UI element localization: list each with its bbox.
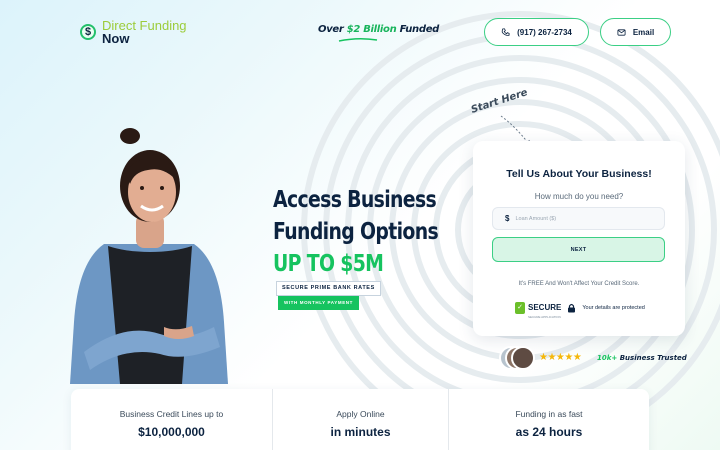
secure-word: SECURE bbox=[528, 303, 562, 312]
stat-value: in minutes bbox=[330, 425, 391, 439]
security-row: ✓ SECURE SECURE APPLICATION Your details… bbox=[515, 297, 645, 319]
secure-rates-tag: SECURE PRIME BANK RATES bbox=[276, 281, 381, 296]
email-label: Email bbox=[632, 27, 655, 37]
form-subtitle: How much do you need? bbox=[534, 192, 624, 201]
loan-amount-input[interactable] bbox=[515, 215, 656, 222]
stat-value: as 24 hours bbox=[515, 425, 583, 439]
stat-label: Funding in as fast bbox=[515, 409, 583, 419]
dollar-coin-icon: $ bbox=[80, 24, 96, 40]
stat-credit-lines: Business Credit Lines up to $10,000,000 bbox=[71, 389, 272, 450]
checkmark-shield-icon: ✓ bbox=[515, 302, 525, 314]
logo-line-2: Now bbox=[102, 31, 130, 46]
business-trusted-label: 10k+ Business Trusted bbox=[597, 354, 687, 362]
brand-logo[interactable]: $ Direct Funding Now bbox=[80, 19, 187, 45]
secure-small-text: SECURE APPLICATION bbox=[528, 315, 561, 319]
funded-pre: Over bbox=[318, 24, 347, 35]
trusted-count: 10k+ bbox=[597, 354, 618, 362]
next-button[interactable]: NEXT bbox=[492, 237, 665, 262]
stat-funding-speed: Funding in as fast as 24 hours bbox=[448, 389, 649, 450]
hero-woman-image bbox=[70, 128, 228, 384]
free-credit-note: It's FREE And Won't Affect Your Credit S… bbox=[518, 281, 640, 287]
headline-amount: UP TO $5M bbox=[273, 251, 384, 277]
hero-headline: Access Business Funding Options UP TO $5… bbox=[273, 184, 474, 280]
monthly-payment-tag: WITH MONTHLY PAYMENT bbox=[278, 296, 359, 310]
funded-underline-decoration bbox=[338, 37, 378, 42]
envelope-icon bbox=[617, 28, 626, 36]
trusted-text: Business Trusted bbox=[617, 354, 687, 362]
avatar bbox=[511, 346, 535, 370]
phone-icon bbox=[501, 27, 510, 36]
lock-icon bbox=[568, 303, 576, 313]
funded-highlight: $2 Billion bbox=[346, 24, 397, 35]
phone-number-label: (917) 267-2734 bbox=[517, 27, 572, 37]
stats-bar: Business Credit Lines up to $10,000,000 … bbox=[71, 389, 649, 450]
funding-form-card: Tell Us About Your Business! How much do… bbox=[473, 141, 685, 336]
stat-label: Apply Online bbox=[336, 409, 385, 419]
logo-text: Direct Funding Now bbox=[102, 19, 187, 45]
secure-badge: ✓ SECURE SECURE APPLICATION bbox=[515, 297, 561, 319]
form-title: Tell Us About Your Business! bbox=[506, 168, 652, 180]
stat-label: Business Credit Lines up to bbox=[119, 409, 224, 419]
funded-tagline: Over $2 Billion Funded bbox=[318, 24, 439, 35]
details-protected-note: Your details are protected bbox=[582, 305, 645, 311]
stat-apply-online: Apply Online in minutes bbox=[272, 389, 448, 450]
rating-stars: ★★★★★ bbox=[539, 352, 582, 363]
phone-button[interactable]: (917) 267-2734 bbox=[484, 18, 589, 46]
headline-line-1: Access Business bbox=[273, 187, 437, 213]
loan-amount-field[interactable]: $ bbox=[492, 207, 665, 230]
customer-avatars bbox=[499, 346, 535, 372]
funded-post: Funded bbox=[396, 24, 440, 35]
email-button[interactable]: Email bbox=[600, 18, 671, 46]
dollar-icon: $ bbox=[505, 214, 510, 223]
headline-line-2: Funding Options bbox=[273, 219, 439, 245]
stat-value: $10,000,000 bbox=[138, 425, 205, 439]
